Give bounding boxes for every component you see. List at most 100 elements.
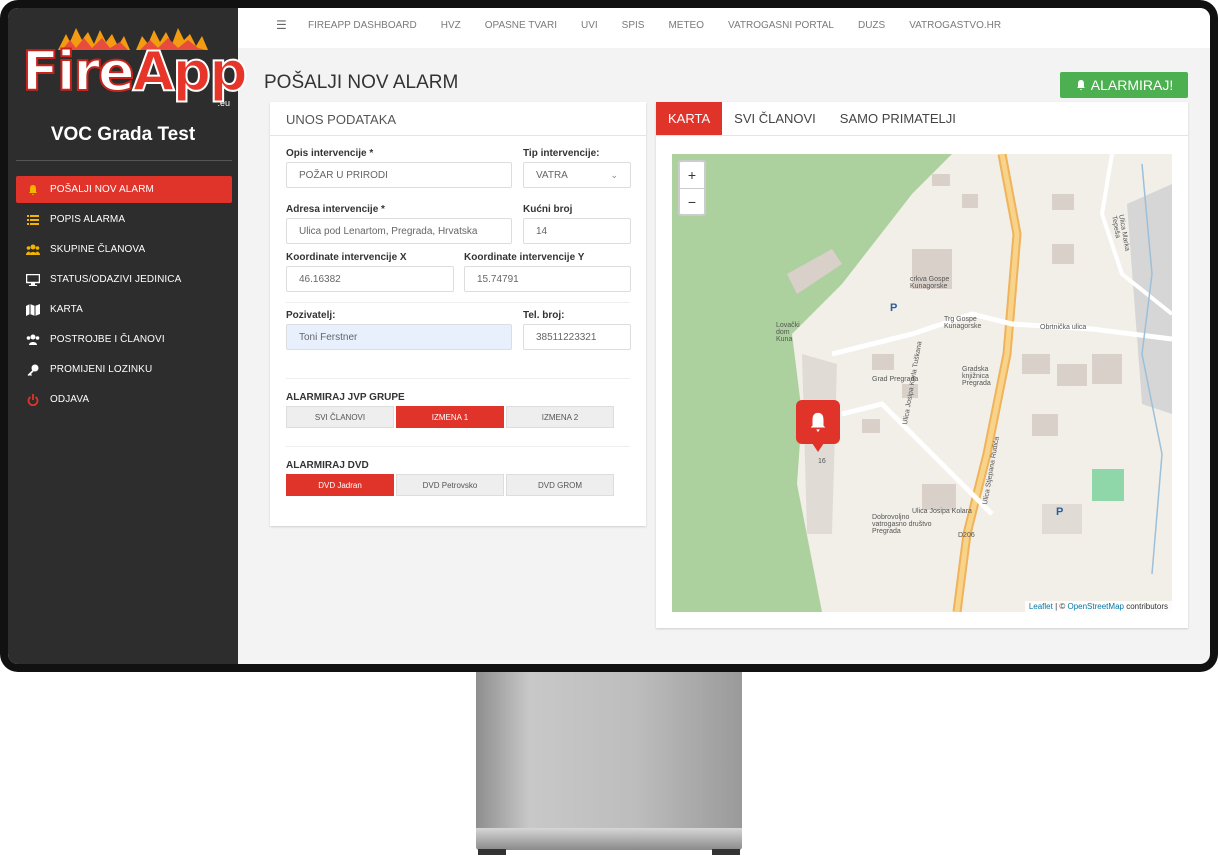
dvd-option-grom[interactable]: DVD GROM <box>506 474 614 496</box>
topnav-link-opasne-tvari[interactable]: OPASNE TVARI <box>485 20 557 31</box>
power-icon <box>26 393 40 407</box>
map-icon <box>26 303 40 317</box>
alarm-location-marker[interactable] <box>796 400 840 452</box>
tab-svi-clanovi[interactable]: SVI ČLANOVI <box>722 102 828 135</box>
map-tabs: KARTA SVI ČLANOVI SAMO PRIMATELJI <box>656 102 1188 136</box>
map-label-ulica-kolar: Ulica Josipa Kolara <box>912 508 972 515</box>
pozivatelj-input[interactable]: Toni Ferstner <box>286 324 512 350</box>
topnav-link-vatrogasni-portal[interactable]: VATROGASNI PORTAL <box>728 20 834 31</box>
form-panel-title: UNOS PODATAKA <box>270 102 646 136</box>
logo-suffix: .eu <box>217 98 230 108</box>
koordinate-x-input[interactable]: 46.16382 <box>286 266 454 292</box>
map-tiles <box>672 154 1172 612</box>
fireapp-logo[interactable]: FireApp .eu <box>18 26 249 108</box>
sidebar-item-odjava[interactable]: ODJAVA <box>16 386 232 413</box>
map-label-library: Gradska knjižnica Pregrada <box>962 366 991 387</box>
bell-icon <box>1076 80 1085 91</box>
tip-label: Tip intervencije: <box>523 148 600 159</box>
opis-input[interactable]: POŽAR U PRIRODI <box>286 162 512 188</box>
stand-foot <box>478 849 506 855</box>
pozivatelj-label: Pozivatelj: <box>286 310 336 321</box>
koordinate-y-label: Koordinate intervencije Y <box>464 252 585 263</box>
sidebar-item-postrojbe-clanovi[interactable]: POSTROJBE I ČLANOVI <box>16 326 232 353</box>
map-label-number: 16 <box>818 458 826 465</box>
form-separator <box>286 446 630 447</box>
topnav-link-duzs[interactable]: DUZS <box>858 20 885 31</box>
monitor-icon <box>26 273 40 287</box>
map-label-obrtnicka: Obrtnička ulica <box>1040 324 1087 331</box>
sidebar-item-karta[interactable]: KARTA <box>16 296 232 323</box>
jvp-option-svi-clanovi[interactable]: SVI ČLANOVI <box>286 406 394 428</box>
logo-wordmark: FireApp <box>21 39 249 104</box>
tip-select-value: VATRA <box>536 169 568 181</box>
sidebar-item-label: POSTROJBE I ČLANOVI <box>50 334 165 345</box>
sidebar-item-label: STATUS/ODAZIVI JEDINICA <box>50 274 182 285</box>
sidebar-item-posalji-alarm[interactable]: POŠALJI NOV ALARM <box>16 176 232 203</box>
sidebar-item-promijeni-lozinku[interactable]: PROMIJENI LOZINKU <box>16 356 232 383</box>
map-panel: KARTA SVI ČLANOVI SAMO PRIMATELJI + − cr… <box>656 102 1188 628</box>
zoom-in-button[interactable]: + <box>680 162 704 188</box>
bell-icon <box>810 412 826 433</box>
list-icon <box>26 213 40 227</box>
dvd-option-petrovsko[interactable]: DVD Petrovsko <box>396 474 504 496</box>
top-navbar: ☰ FIREAPP DASHBOARD HVZ OPASNE TVARI UVI… <box>238 8 1210 48</box>
topnav-link-uvi[interactable]: UVI <box>581 20 598 31</box>
map-parking-label: P <box>1056 506 1064 518</box>
jvp-option-izmena-2[interactable]: IZMENA 2 <box>506 406 614 428</box>
tip-select[interactable]: VATRA ⌄ <box>523 162 631 188</box>
map-label-dvd: Dobrovoljno vatrogasno društvo Pregrada <box>872 514 932 535</box>
topnav-link-meteo[interactable]: METEO <box>668 20 704 31</box>
map-view[interactable]: + − crkva Gospe Kunagorske Trg Gospe Kun… <box>672 154 1172 612</box>
stand-foot <box>712 849 740 855</box>
tel-label: Tel. broj: <box>523 310 565 321</box>
map-label-lovacki: Lovački dom Kuna <box>776 322 800 343</box>
jvp-group-title: ALARMIRAJ JVP GRUPE <box>286 392 405 403</box>
sidebar-nav: POŠALJI NOV ALARM POPIS ALARMA SKUPINE Č… <box>16 176 232 416</box>
alarm-button[interactable]: ALARMIRAJ! <box>1060 72 1188 98</box>
sidebar-item-popis-alarma[interactable]: POPIS ALARMA <box>16 206 232 233</box>
sidebar-item-label: ODJAVA <box>50 394 90 405</box>
topnav-link-spis[interactable]: SPIS <box>622 20 645 31</box>
sidebar-divider <box>16 160 232 161</box>
monitor-stand-base <box>476 828 742 850</box>
jvp-option-izmena-1[interactable]: IZMENA 1 <box>396 406 504 428</box>
dvd-option-jadran[interactable]: DVD Jadran <box>286 474 394 496</box>
screen: FireApp .eu VOC Grada Test POŠALJI NOV A… <box>8 8 1210 664</box>
topnav-link-hvz[interactable]: HVZ <box>441 20 461 31</box>
leaflet-link[interactable]: Leaflet <box>1029 602 1053 611</box>
adresa-input[interactable]: Ulica pod Lenartom, Pregrada, Hrvatska <box>286 218 512 244</box>
sidebar-item-label: POŠALJI NOV ALARM <box>50 184 154 195</box>
page-title: POŠALJI NOV ALARM <box>264 72 459 93</box>
monitor-frame: FireApp .eu VOC Grada Test POŠALJI NOV A… <box>0 0 1218 672</box>
map-label-square: Trg Gospe Kunagorske <box>944 316 982 330</box>
adresa-label: Adresa intervencije * <box>286 204 385 215</box>
kucni-broj-input[interactable]: 14 <box>523 218 631 244</box>
chevron-down-icon: ⌄ <box>610 169 618 180</box>
organization-name: VOC Grada Test <box>50 124 196 145</box>
kucni-broj-label: Kućni broj <box>523 204 573 215</box>
sidebar-item-status-odazivi[interactable]: STATUS/ODAZIVI JEDINICA <box>16 266 232 293</box>
topnav-link-dashboard[interactable]: FIREAPP DASHBOARD <box>308 20 417 31</box>
attribution-text: contributors <box>1123 602 1168 611</box>
map-label-road: D206 <box>958 532 975 539</box>
top-nav-links: FIREAPP DASHBOARD HVZ OPASNE TVARI UVI S… <box>238 8 1210 42</box>
sidebar-item-label: PROMIJENI LOZINKU <box>50 364 153 375</box>
tab-karta[interactable]: KARTA <box>656 102 723 135</box>
tab-samo-primatelji[interactable]: SAMO PRIMATELJI <box>828 102 968 135</box>
users-icon <box>26 333 40 347</box>
bell-icon <box>26 183 40 197</box>
zoom-control: + − <box>678 160 706 216</box>
tel-input[interactable]: 38511223321 <box>523 324 631 350</box>
zoom-out-button[interactable]: − <box>680 188 704 214</box>
hamburger-icon[interactable]: ☰ <box>276 18 287 32</box>
koordinate-y-input[interactable]: 15.74791 <box>464 266 631 292</box>
form-panel: UNOS PODATAKA Opis intervencije * POŽAR … <box>270 102 646 526</box>
attribution-separator: | © <box>1052 602 1068 611</box>
key-icon <box>26 363 40 377</box>
osm-link[interactable]: OpenStreetMap <box>1067 602 1123 611</box>
koordinate-x-label: Koordinate intervencije X <box>286 252 407 263</box>
monitor-stand <box>476 672 742 830</box>
topnav-link-vatrogastvo[interactable]: VATROGASTVO.HR <box>909 20 1001 31</box>
sidebar-item-skupine-clanova[interactable]: SKUPINE ČLANOVA <box>16 236 232 263</box>
dvd-group-title: ALARMIRAJ DVD <box>286 460 369 471</box>
